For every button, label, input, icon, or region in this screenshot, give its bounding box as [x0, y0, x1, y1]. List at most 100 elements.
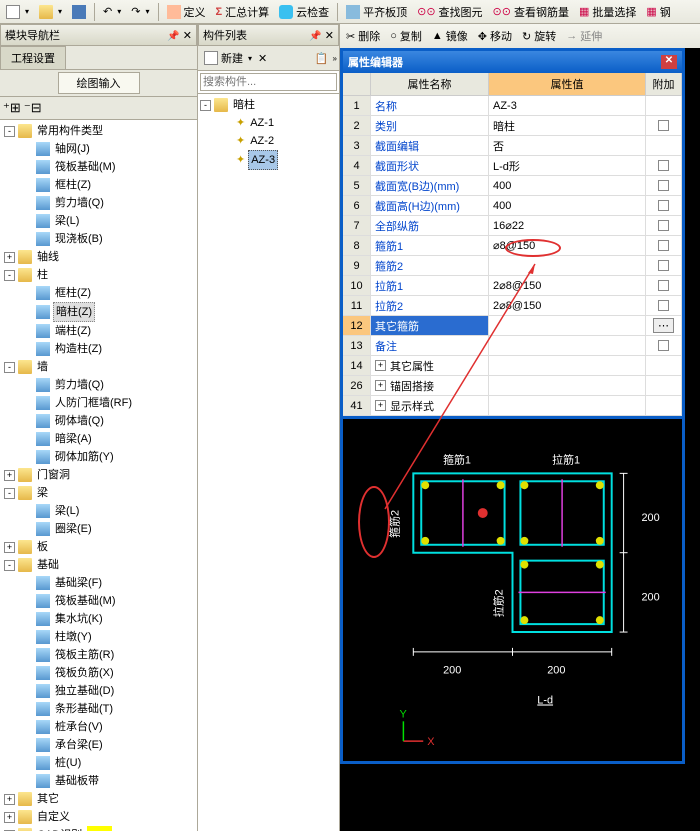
tree-node[interactable]: 端柱(Z)	[2, 322, 195, 340]
expand-tree-icon[interactable]: ⁺⊞	[3, 100, 21, 115]
property-value[interactable]	[489, 336, 646, 355]
tree-node[interactable]: ✦AZ-1	[200, 114, 337, 132]
tree-node[interactable]: 砌体墙(Q)	[2, 412, 195, 430]
tree-toggle-icon[interactable]: -	[4, 560, 15, 571]
tree-toggle-icon[interactable]: +	[4, 252, 15, 263]
property-value[interactable]: 2⌀8@150	[489, 296, 646, 315]
rebar-button[interactable]: ▦钢	[642, 2, 674, 22]
new-component-button[interactable]: 新建▾	[200, 48, 256, 68]
delete-button[interactable]: ✂ 删除	[342, 26, 384, 46]
open-button[interactable]: ▾	[35, 3, 66, 21]
save-button[interactable]	[68, 3, 90, 21]
tree-node[interactable]: 人防门框墙(RF)	[2, 394, 195, 412]
checkbox[interactable]	[658, 240, 669, 251]
property-row[interactable]: 41+显示样式	[343, 396, 682, 416]
ellipsis-button[interactable]: ⋯	[653, 318, 674, 333]
tree-node[interactable]: -柱	[2, 266, 195, 284]
tree-node[interactable]: 圈梁(E)	[2, 520, 195, 538]
tree-node[interactable]: 筏板基础(M)	[2, 592, 195, 610]
tree-node[interactable]: ✦AZ-3	[200, 150, 337, 170]
tree-node[interactable]: 梁(L)	[2, 212, 195, 230]
batch-select-button[interactable]: ▦批量选择	[575, 2, 640, 22]
property-value[interactable]: 否	[489, 136, 646, 155]
extend-button[interactable]: → 延伸	[562, 26, 606, 46]
component-tree[interactable]: -暗柱✦AZ-1✦AZ-2✦AZ-3	[198, 94, 339, 831]
property-row[interactable]: 5截面宽(B边)(mm)400	[343, 176, 682, 196]
tree-node[interactable]: +板	[2, 538, 195, 556]
mirror-button[interactable]: ▲ 镜像	[428, 26, 472, 46]
tree-node[interactable]: 筏板主筋(R)	[2, 646, 195, 664]
pin-icon[interactable]: 📌	[167, 31, 179, 42]
collapse-tree-icon[interactable]: ⁻⊟	[24, 100, 42, 115]
pin-icon[interactable]: 📌	[309, 31, 321, 42]
tree-node[interactable]: -常用构件类型	[2, 122, 195, 140]
property-row[interactable]: 9箍筋2	[343, 256, 682, 276]
tree-node[interactable]: 独立基础(D)	[2, 682, 195, 700]
tree-node[interactable]: 构造柱(Z)	[2, 340, 195, 358]
checkbox[interactable]	[658, 200, 669, 211]
subtab-draw-input[interactable]: 绘图输入	[58, 72, 140, 94]
close-icon[interactable]: ✕	[325, 30, 334, 42]
property-row[interactable]: 26+锚固搭接	[343, 376, 682, 396]
checkbox[interactable]	[658, 180, 669, 191]
cloud-check-button[interactable]: 云检查	[275, 2, 333, 22]
rotate-button[interactable]: ↻ 旋转	[518, 26, 560, 46]
tree-node[interactable]: -基础	[2, 556, 195, 574]
copy-button[interactable]: ○ 复制	[386, 26, 426, 46]
property-row[interactable]: 11拉筋22⌀8@150	[343, 296, 682, 316]
tree-node[interactable]: 砌体加筋(Y)	[2, 448, 195, 466]
property-row[interactable]: 8箍筋1⌀8@150	[343, 236, 682, 256]
property-row[interactable]: 6截面高(H边)(mm)400	[343, 196, 682, 216]
property-editor-titlebar[interactable]: 属性编辑器 ✕	[343, 51, 682, 73]
checkbox[interactable]	[658, 300, 669, 311]
property-value[interactable]	[489, 396, 646, 415]
property-row[interactable]: 14+其它属性	[343, 356, 682, 376]
expand-icon[interactable]: +	[375, 400, 386, 411]
tree-toggle-icon[interactable]: +	[4, 542, 15, 553]
tree-node[interactable]: +门窗洞	[2, 466, 195, 484]
tree-toggle-icon[interactable]: -	[4, 126, 15, 137]
sum-calc-button[interactable]: Σ 汇总计算	[212, 2, 274, 22]
property-row[interactable]: 10拉筋12⌀8@150	[343, 276, 682, 296]
close-icon[interactable]: ✕	[183, 30, 192, 42]
move-button[interactable]: ✥ 移动	[474, 26, 516, 46]
tree-node[interactable]: 剪力墙(Q)	[2, 194, 195, 212]
tree-node[interactable]: 柱墩(Y)	[2, 628, 195, 646]
property-value[interactable]: ⌀8@150	[489, 236, 646, 255]
tree-node[interactable]: +自定义	[2, 808, 195, 826]
tree-node[interactable]: +轴线	[2, 248, 195, 266]
tree-node[interactable]: 现浇板(B)	[2, 230, 195, 248]
tree-toggle-icon[interactable]: +	[4, 812, 15, 823]
tree-node[interactable]: -暗柱	[200, 96, 337, 114]
tree-toggle-icon[interactable]: +	[4, 794, 15, 805]
property-value[interactable]: 暗柱	[489, 116, 646, 135]
checkbox[interactable]	[658, 340, 669, 351]
delete-component-icon[interactable]: ✕	[258, 52, 267, 65]
property-value[interactable]: 2⌀8@150	[489, 276, 646, 295]
tab-project-settings[interactable]: 工程设置	[0, 46, 66, 69]
tree-node[interactable]: 桩承台(V)	[2, 718, 195, 736]
tree-node[interactable]: 暗梁(A)	[2, 430, 195, 448]
property-value[interactable]: AZ-3	[489, 96, 646, 115]
tree-node[interactable]: 筏板基础(M)	[2, 158, 195, 176]
property-value[interactable]	[489, 376, 646, 395]
tree-toggle-icon[interactable]: -	[4, 488, 15, 499]
tree-toggle-icon[interactable]: -	[200, 100, 211, 111]
property-row[interactable]: 7全部纵筋16⌀22	[343, 216, 682, 236]
tree-node[interactable]: 轴网(J)	[2, 140, 195, 158]
property-row[interactable]: 13备注	[343, 336, 682, 356]
tree-node[interactable]: ✦AZ-2	[200, 132, 337, 150]
tree-toggle-icon[interactable]: +	[4, 470, 15, 481]
tree-node[interactable]: 框柱(Z)	[2, 284, 195, 302]
tree-node[interactable]: 梁(L)	[2, 502, 195, 520]
close-dialog-button[interactable]: ✕	[661, 55, 677, 69]
tree-node[interactable]: +CAD识别NEW	[2, 826, 195, 831]
tree-node[interactable]: -墙	[2, 358, 195, 376]
property-value[interactable]: L-d形	[489, 156, 646, 175]
property-value[interactable]: 16⌀22	[489, 216, 646, 235]
checkbox[interactable]	[658, 220, 669, 231]
property-row[interactable]: 3截面编辑否	[343, 136, 682, 156]
copy-component-icon[interactable]: 📋	[315, 52, 329, 65]
tree-node[interactable]: 基础板带	[2, 772, 195, 790]
property-value[interactable]: 400	[489, 176, 646, 195]
